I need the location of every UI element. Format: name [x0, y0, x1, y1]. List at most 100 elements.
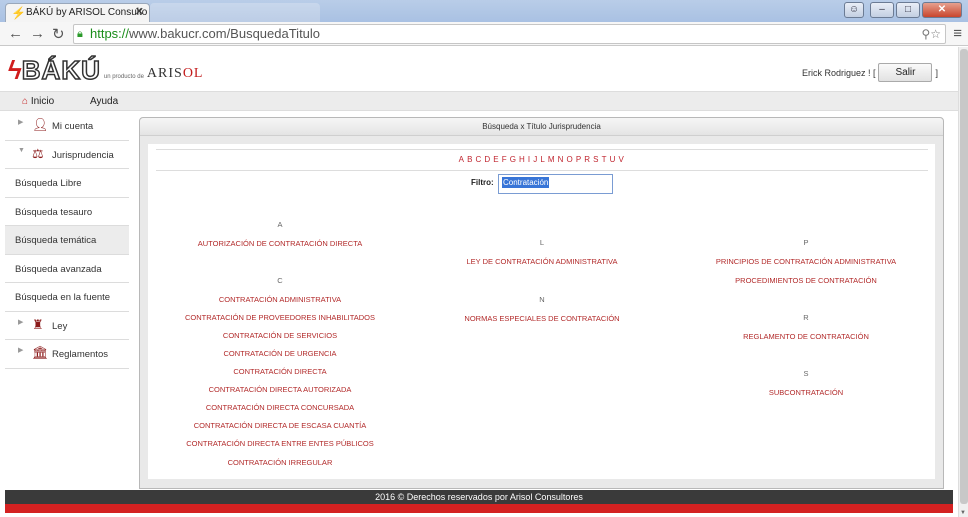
filtro-input[interactable]: Contratación	[498, 174, 613, 194]
scrollbar-thumb[interactable]	[960, 49, 968, 504]
alphabet-letter-a[interactable]: A	[459, 155, 465, 164]
page-scrollbar[interactable]: ▼	[958, 47, 968, 517]
sidebar-item-busqueda-tematica[interactable]: Búsqueda temática	[5, 226, 129, 255]
caret-right-icon: ▶	[18, 347, 24, 354]
alphabet-letter-i[interactable]: I	[528, 155, 531, 164]
alphabet-letter-u[interactable]: U	[610, 155, 616, 164]
sidebar-item-reglamentos[interactable]: ▶ 🏛︎ Reglamentos	[5, 340, 129, 369]
sidebar-item-busqueda-libre[interactable]: Búsqueda Libre	[5, 169, 129, 198]
sidebar-item-mi-cuenta[interactable]: ▶ 👤︎ Mi cuenta	[5, 112, 129, 141]
alphabet-letter-n[interactable]: N	[558, 155, 564, 164]
sidebar-item-ley[interactable]: ▶ ♜ Ley	[5, 311, 129, 340]
result-link[interactable]: CONTRATACIÓN ADMINISTRATIVA	[150, 295, 410, 304]
result-link[interactable]: CONTRATACIÓN DE SERVICIOS	[150, 331, 410, 340]
minimize-button[interactable]: –	[870, 2, 894, 18]
scroll-down-icon[interactable]: ▼	[960, 510, 966, 516]
result-link[interactable]: CONTRATACIÓN DE PROVEEDORES INHABILITADO…	[150, 313, 410, 322]
result-link[interactable]: NORMAS ESPECIALES DE CONTRATACIÓN	[412, 314, 672, 323]
result-link[interactable]: PRINCIPIOS DE CONTRATACIÓN ADMINISTRATIV…	[676, 257, 936, 266]
close-window-button[interactable]: ✕	[922, 2, 962, 18]
divider	[156, 170, 928, 171]
sidebar-item-busqueda-avanzada[interactable]: Búsqueda avanzada	[5, 254, 129, 283]
sidebar-item-jurisprudencia[interactable]: ▼ ⚖ Jurisprudencia	[5, 140, 129, 169]
alphabet-letter-c[interactable]: C	[476, 155, 482, 164]
result-link[interactable]: REGLAMENTO DE CONTRATACIÓN	[676, 332, 936, 341]
home-icon: ⌂	[22, 96, 29, 107]
result-link[interactable]: CONTRATACIÓN DIRECTA ENTRE ENTES PÚBLICO…	[150, 439, 410, 448]
profile-icon[interactable]: ☺	[844, 2, 864, 18]
divider	[156, 149, 928, 150]
browser-tabbar: ⚡ BÁKÚ by ARISOL Consulto ✕ ☺ – □ ✕	[0, 0, 968, 22]
alphabet-letter-t[interactable]: T	[602, 155, 607, 164]
alphabet-letter-o[interactable]: O	[567, 155, 574, 164]
alphabet-letter-f[interactable]: F	[502, 155, 507, 164]
logout-button[interactable]: Salir	[878, 63, 933, 82]
result-link[interactable]: CONTRATACIÓN DE URGENCIA	[150, 349, 410, 358]
alphabet-letter-g[interactable]: G	[510, 155, 517, 164]
nav-inicio[interactable]: ⌂ Inicio	[22, 96, 54, 107]
logo-baku: BÁKÚ	[21, 55, 101, 85]
alphabet-filter: ABCDEFGHIJLMNOPRSTUV	[148, 155, 935, 164]
sidebar-item-busqueda-fuente[interactable]: Búsqueda en la fuente	[5, 283, 129, 312]
letter-heading: P	[803, 238, 809, 247]
alphabet-letter-p[interactable]: P	[576, 155, 582, 164]
maximize-button[interactable]: □	[896, 2, 920, 18]
url-input[interactable]: 🔒︎ https://www.bakucr.com/BusquedaTitulo…	[73, 24, 946, 44]
footer-red-band	[5, 504, 953, 513]
sidebar-item-busqueda-tesauro[interactable]: Búsqueda tesauro	[5, 197, 129, 226]
gavel-icon: ⚖	[32, 145, 44, 161]
logo-arisol: ARISOL	[146, 66, 204, 81]
alphabet-letter-m[interactable]: M	[548, 155, 555, 164]
podium-icon: ♜	[32, 316, 44, 332]
window-controls: ☺ – □ ✕	[844, 2, 962, 18]
lightning-icon: ϟ	[8, 55, 22, 85]
top-nav: ⌂ Inicio Ayuda	[0, 91, 958, 111]
site-logo[interactable]: ϟ BÁKÚ un producto de ARISOL	[8, 55, 204, 85]
result-link[interactable]: LEY DE CONTRATACIÓN ADMINISTRATIVA	[412, 257, 672, 266]
alphabet-letter-s[interactable]: S	[593, 155, 599, 164]
result-link[interactable]: CONTRATACIÓN DIRECTA DE ESCASA CUANTÍA	[150, 421, 410, 430]
letter-heading: S	[803, 369, 809, 378]
letter-heading: R	[803, 313, 809, 322]
search-panel: Búsqueda x Título Jurisprudencia ABCDEFG…	[139, 117, 944, 489]
panel-body: ABCDEFGHIJLMNOPRSTUV Filtro: Contratació…	[148, 144, 935, 479]
nav-ayuda[interactable]: Ayuda	[90, 96, 118, 107]
institution-icon: 🏛︎	[32, 345, 49, 360]
result-link[interactable]: AUTORIZACIÓN DE CONTRATACIÓN DIRECTA	[150, 239, 410, 248]
alphabet-letter-l[interactable]: L	[540, 155, 545, 164]
alphabet-letter-v[interactable]: V	[618, 155, 624, 164]
result-link[interactable]: CONTRATACIÓN IRREGULAR	[150, 458, 410, 467]
close-tab-icon[interactable]: ✕	[135, 4, 144, 21]
user-icon: 👤︎	[32, 117, 49, 132]
browser-tab-active[interactable]: ⚡ BÁKÚ by ARISOL Consulto ✕	[5, 3, 150, 22]
forward-icon[interactable]: →	[30, 25, 45, 42]
reload-icon[interactable]: ↻	[52, 25, 65, 43]
browser-tab-inactive[interactable]	[150, 3, 320, 22]
lock-icon: 🔒︎	[77, 28, 83, 40]
filtro-value: Contratación	[502, 177, 550, 188]
letter-heading: A	[277, 220, 283, 229]
browser-menu-icon[interactable]: ≡	[953, 25, 962, 42]
alphabet-letter-r[interactable]: R	[584, 155, 590, 164]
result-link[interactable]: CONTRATACIÓN DIRECTA AUTORIZADA	[150, 385, 410, 394]
alphabet-letter-h[interactable]: H	[519, 155, 525, 164]
site-header: ϟ BÁKÚ un producto de ARISOL Erick Rodri…	[0, 47, 958, 91]
user-box: Erick Rodriguez ! [ Salir ]	[802, 63, 938, 82]
result-link[interactable]: CONTRATACIÓN DIRECTA CONCURSADA	[150, 403, 410, 412]
caret-right-icon: ▶	[18, 318, 24, 326]
alphabet-letter-e[interactable]: E	[493, 155, 499, 164]
letter-heading: N	[539, 295, 545, 304]
logo-byline: un producto de	[103, 74, 144, 80]
filtro-label: Filtro:	[471, 178, 494, 187]
zoom-star-icons[interactable]: ⚲☆	[921, 25, 941, 43]
tab-title: BÁKÚ by ARISOL Consulto	[26, 7, 148, 18]
result-link[interactable]: SUBCONTRATACIÓN	[676, 388, 936, 397]
result-link[interactable]: PROCEDIMIENTOS DE CONTRATACIÓN	[676, 276, 936, 285]
result-link[interactable]: CONTRATACIÓN DIRECTA	[150, 367, 410, 376]
baku-favicon-icon: ⚡	[11, 6, 26, 20]
back-icon[interactable]: ←	[8, 25, 23, 42]
alphabet-letter-j[interactable]: J	[533, 155, 538, 164]
alphabet-letter-d[interactable]: D	[484, 155, 490, 164]
letter-heading: L	[539, 238, 545, 247]
alphabet-letter-b[interactable]: B	[467, 155, 473, 164]
